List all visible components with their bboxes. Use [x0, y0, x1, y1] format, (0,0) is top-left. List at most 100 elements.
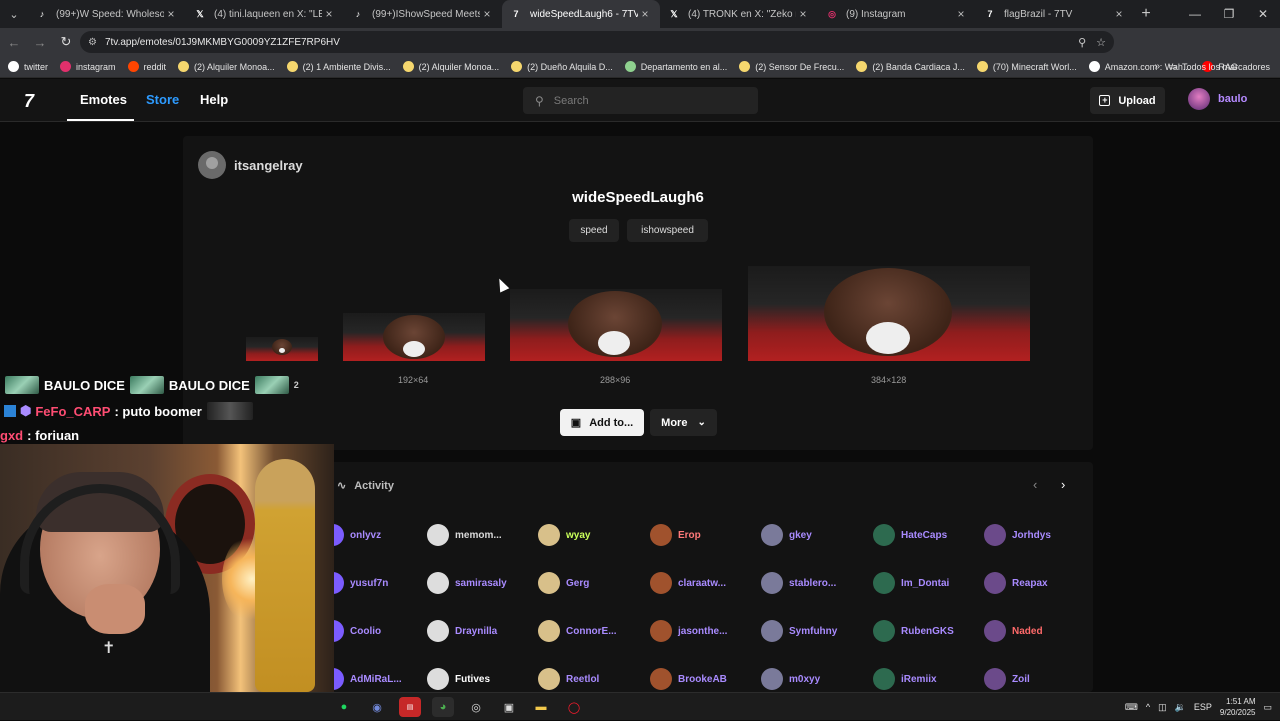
network-icon[interactable]: ◫ [1158, 702, 1167, 713]
add-to-button[interactable]: ▣ Add to... [560, 409, 644, 436]
bookmark-item[interactable]: (2) Dueño Alquila D... [511, 61, 613, 72]
browser-tab[interactable]: 7 flagBrazil - 7TV × [976, 0, 1134, 28]
emote-author[interactable]: itsangelray [198, 151, 303, 179]
bookmark-item[interactable]: (2) Alquiler Monoa... [178, 61, 275, 72]
zoom-icon[interactable]: ⚲ [1078, 36, 1086, 49]
bookmark-item[interactable]: (70) Minecraft Worl... [976, 61, 1077, 72]
activity-user[interactable]: Reapax [984, 572, 1048, 594]
discord-icon[interactable]: ◉ [366, 697, 388, 717]
close-window-button[interactable]: ✕ [1246, 0, 1280, 28]
tag-ishowspeed[interactable]: ishowspeed [627, 219, 708, 242]
activity-user[interactable]: Zoil [984, 668, 1030, 690]
activity-username: stablero... [789, 577, 837, 589]
activity-username: yusuf7n [350, 577, 389, 589]
activity-user[interactable]: RubenGKS [873, 620, 954, 642]
activity-user[interactable]: Draynilla [427, 620, 497, 642]
browser-tab[interactable]: 𝕏 (4) tini.laqueen en X: "LE DIO LI× [186, 0, 344, 28]
tab-search-button[interactable]: ⌄ [0, 0, 28, 28]
bookmark-favicon-icon [8, 61, 19, 72]
activity-user[interactable]: Futives [427, 668, 490, 690]
all-bookmarks-folder[interactable]: ▭ Todos los marcadores [1168, 61, 1270, 72]
close-tab-icon[interactable]: × [164, 7, 178, 21]
close-tab-icon[interactable]: × [954, 7, 968, 21]
avatar [984, 524, 1006, 546]
close-tab-icon[interactable]: × [1112, 7, 1126, 21]
browser-tab[interactable]: ◎ (9) Instagram × [818, 0, 976, 28]
bookmark-item[interactable]: instagram [60, 61, 116, 72]
more-button[interactable]: More ⌄ [650, 409, 717, 436]
activity-user[interactable]: gkey [761, 524, 812, 546]
activity-user[interactable]: m0xyy [761, 668, 820, 690]
spotify-icon[interactable]: ● [333, 697, 355, 717]
browser-tab[interactable]: 𝕏 (4) TRONK en X: "Zeko no se q× [660, 0, 818, 28]
obs-icon[interactable]: ◎ [465, 697, 487, 717]
activity-user[interactable]: stablero... [761, 572, 836, 594]
activity-user[interactable]: Naded [984, 620, 1043, 642]
chrome-icon[interactable]: ◕ [432, 697, 454, 717]
file-explorer-icon[interactable]: ▬ [530, 697, 552, 717]
close-tab-icon[interactable]: × [480, 7, 494, 21]
activity-user[interactable]: ConnorE... [538, 620, 617, 642]
activity-user[interactable]: Im_Dontai [873, 572, 949, 594]
restore-button[interactable]: ❐ [1212, 0, 1246, 28]
close-tab-icon[interactable]: × [638, 7, 652, 21]
browser-tab[interactable]: ♪ (99+)IShowSpeed Meets Ronal× [344, 0, 502, 28]
forward-button[interactable]: → [28, 30, 52, 54]
user-menu[interactable]: baulo [1188, 88, 1247, 110]
new-tab-button[interactable]: + [1134, 5, 1158, 23]
bookmark-item[interactable]: Departamento en al... [624, 61, 727, 72]
bookmark-item[interactable]: (2) Alquiler Monoa... [402, 61, 499, 72]
activity-user[interactable]: Erop [650, 524, 701, 546]
minimize-button[interactable]: — [1178, 0, 1212, 28]
activity-prev-button[interactable]: ‹ [1033, 477, 1037, 492]
activity-next-button[interactable]: › [1061, 477, 1065, 492]
activity-user[interactable]: Jorhdys [984, 524, 1051, 546]
activity-user[interactable]: BrookeAB [650, 668, 727, 690]
site-info-icon[interactable]: ⚙ [88, 37, 97, 48]
reload-button[interactable]: ↻ [54, 30, 78, 54]
bookmark-favicon-icon [178, 61, 190, 72]
tag-speed[interactable]: speed [569, 219, 619, 242]
close-tab-icon[interactable]: × [796, 7, 810, 21]
chat-text: 2 [293, 380, 299, 390]
bookmark-label: (2) 1 Ambiente Divis... [302, 61, 391, 72]
activity-user[interactable]: HateCaps [873, 524, 947, 546]
nav-emotes[interactable]: Emotes [80, 92, 127, 107]
clock[interactable]: 1:51 AM 9/20/2025 [1220, 696, 1256, 718]
activity-user[interactable]: samirasaly [427, 572, 507, 594]
7tv-logo[interactable]: 7 [24, 91, 34, 112]
bookmark-item[interactable]: (2) Banda Cardiaca J... [856, 61, 965, 72]
voicemeeter-icon[interactable]: ▤ [399, 697, 421, 717]
activity-user[interactable]: wyay [538, 524, 590, 546]
browser-tab[interactable]: 7 wideSpeedLaugh6 - 7TV × [502, 0, 660, 28]
bookmark-item[interactable]: (2) 1 Ambiente Divis... [286, 61, 391, 72]
bookmark-item[interactable]: (2) Sensor De Frecu... [739, 61, 844, 72]
tray-overflow-icon[interactable]: ^ [1146, 702, 1150, 712]
activity-user[interactable]: Reetlol [538, 668, 599, 690]
keyboard-icon[interactable]: ⌨ [1125, 702, 1138, 713]
capcut-icon[interactable]: ▣ [498, 697, 520, 717]
activity-user[interactable]: Gerg [538, 572, 589, 594]
opera-icon[interactable]: ◯ [563, 697, 585, 717]
bookmark-item[interactable]: reddit [127, 61, 166, 72]
address-bar[interactable]: ⚙ 7tv.app/emotes/01J9MKMBYG0009YZ1ZFE7RP… [80, 31, 1114, 53]
bookmarks-overflow-icon[interactable]: » [1154, 61, 1160, 72]
search-input[interactable]: ⚲ Search [523, 87, 758, 114]
close-tab-icon[interactable]: × [322, 7, 336, 21]
browser-tab[interactable]: ♪ (99+)W Speed: Wholesome Mo× [28, 0, 186, 28]
notifications-icon[interactable]: ▭ [1263, 702, 1272, 713]
bookmark-star-icon[interactable]: ☆ [1096, 36, 1106, 49]
upload-button[interactable]: + Upload [1090, 87, 1165, 114]
activity-user[interactable]: claraatw... [650, 572, 726, 594]
nav-help[interactable]: Help [200, 92, 228, 107]
activity-user[interactable]: Symfuhny [761, 620, 837, 642]
activity-user[interactable]: jasonthe... [650, 620, 727, 642]
back-button[interactable]: ← [2, 30, 26, 54]
nav-store[interactable]: Store [146, 92, 179, 107]
language-indicator[interactable]: ESP [1194, 702, 1212, 712]
volume-icon[interactable]: 🔉 [1175, 702, 1186, 713]
bookmark-favicon-icon [739, 61, 751, 72]
activity-user[interactable]: iRemiix [873, 668, 937, 690]
activity-user[interactable]: memom... [427, 524, 502, 546]
bookmark-item[interactable]: twitter [8, 61, 48, 72]
